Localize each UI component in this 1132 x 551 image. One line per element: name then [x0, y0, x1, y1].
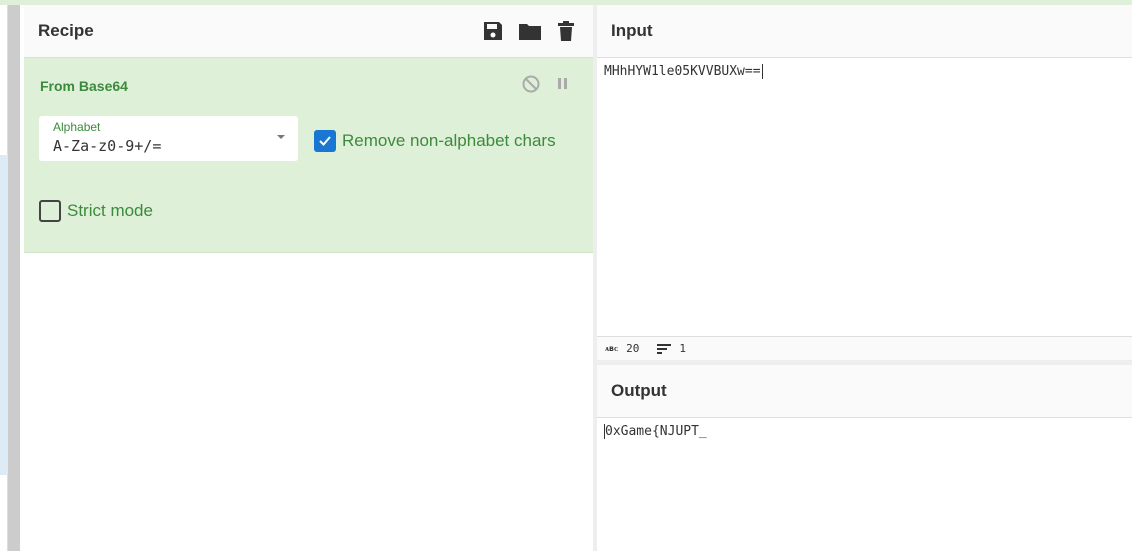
strict-mode-label: Strict mode — [67, 201, 153, 220]
operation-title: From Base64 — [40, 78, 128, 94]
recipe-panel: Recipe From Base64 Alphabet A-Za-z0-9+/=… — [20, 5, 594, 551]
output-textarea[interactable]: 0xGame{NJUPT_ — [597, 418, 714, 445]
input-header: Input — [597, 5, 1132, 58]
io-panel: Input MHhHYW1le05KVVBUXw== ᴀʙᴄ 20 1 Outp… — [597, 5, 1132, 551]
disable-icon[interactable] — [522, 75, 540, 93]
remove-non-alphabet-label: Remove non-alphabet chars — [342, 131, 556, 150]
trash-icon[interactable] — [556, 20, 576, 42]
input-text: MHhHYW1le05KVVBUXw== — [604, 64, 761, 79]
chevron-down-icon — [277, 135, 285, 139]
input-title: Input — [611, 21, 653, 40]
recipe-title: Recipe — [38, 21, 94, 40]
input-lines: 1 — [679, 342, 687, 355]
alphabet-select[interactable]: Alphabet A-Za-z0-9+/= — [39, 116, 298, 161]
input-textarea[interactable]: MHhHYW1le05KVVBUXw== — [597, 58, 1132, 85]
strict-mode-checkbox[interactable]: Strict mode — [39, 200, 153, 222]
input-status-bar: ᴀʙᴄ 20 1 — [597, 336, 1132, 360]
folder-icon[interactable] — [518, 20, 542, 42]
checkbox-checked-icon[interactable] — [314, 130, 336, 152]
length-icon: ᴀʙᴄ — [605, 344, 619, 353]
scrollbar[interactable] — [8, 5, 20, 551]
input-length: 20 — [626, 342, 640, 355]
pause-icon[interactable] — [556, 75, 570, 93]
output-text: 0xGame{NJUPT_ — [605, 424, 707, 439]
operation-from-base64[interactable]: From Base64 Alphabet A-Za-z0-9+/= Remove… — [24, 58, 594, 253]
recipe-header: Recipe — [24, 5, 594, 58]
output-header: Output — [597, 365, 1132, 418]
lines-icon — [657, 343, 672, 354]
output-title: Output — [611, 381, 667, 400]
checkbox-unchecked-icon[interactable] — [39, 200, 61, 222]
save-icon[interactable] — [482, 20, 504, 42]
alphabet-label: Alphabet — [53, 120, 101, 134]
remove-non-alphabet-checkbox[interactable]: Remove non-alphabet chars — [314, 130, 556, 152]
alphabet-value: A-Za-z0-9+/= — [53, 137, 162, 155]
operations-panel-edge — [0, 5, 8, 551]
